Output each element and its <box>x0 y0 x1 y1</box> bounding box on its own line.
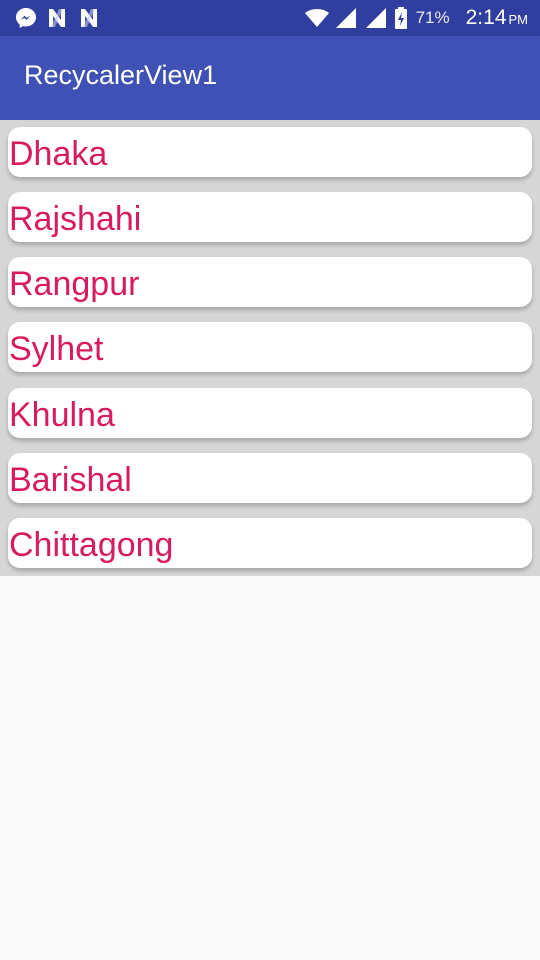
wifi-icon <box>304 6 329 30</box>
list-item[interactable]: Barishal <box>8 453 532 503</box>
status-bar: 71% 2:14 PM <box>0 0 540 36</box>
system-status-icons: 71% 2:14 PM <box>304 4 528 32</box>
list-item-label: Sylhet <box>9 330 104 368</box>
list-item[interactable]: Dhaka <box>8 127 532 177</box>
recycler-view[interactable]: Dhaka Rajshahi Rangpur Sylhet Khulna Bar… <box>0 120 540 576</box>
app-bar: RecycalerView1 <box>0 36 540 120</box>
n-notification-icon <box>78 6 102 30</box>
list-item[interactable]: Sylhet <box>8 322 532 372</box>
list-item-label: Barishal <box>9 461 132 499</box>
list-item-label: Chittagong <box>9 526 174 564</box>
n-notification-icon <box>46 6 70 30</box>
list-item[interactable]: Chittagong <box>8 518 532 568</box>
signal-icon <box>364 6 388 30</box>
list-item[interactable]: Rajshahi <box>8 192 532 242</box>
app-title: RecycalerView1 <box>24 60 218 90</box>
list-item-label: Rangpur <box>9 265 140 303</box>
signal-icon <box>334 6 358 30</box>
list-item[interactable]: Rangpur <box>8 257 532 307</box>
list-item-label: Rajshahi <box>9 200 142 238</box>
status-clock: 2:14 PM <box>466 6 528 30</box>
list-item[interactable]: Khulna <box>8 388 532 438</box>
battery-percentage: 71% <box>415 8 450 27</box>
notification-icons <box>14 6 102 30</box>
clock-ampm: PM <box>508 12 529 27</box>
messenger-icon <box>14 6 38 30</box>
list-item-label: Khulna <box>9 396 115 434</box>
clock-time: 2:14 <box>465 6 507 29</box>
list-item-label: Dhaka <box>9 135 108 173</box>
battery-charging-icon <box>394 6 408 30</box>
